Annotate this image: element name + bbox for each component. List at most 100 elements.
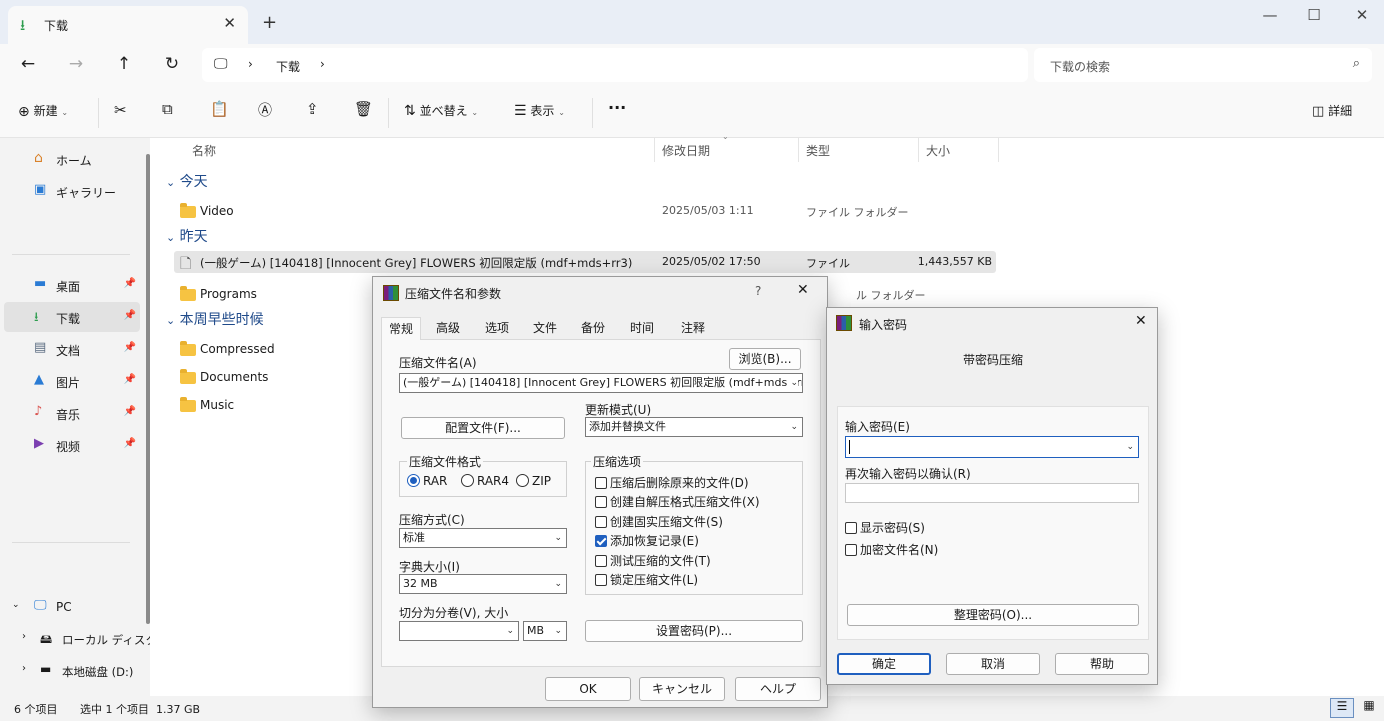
column-divider[interactable] — [654, 138, 655, 162]
address-bar[interactable]: 🖵 › 下载 › — [202, 48, 1028, 82]
tab-backup[interactable]: 备份 — [571, 317, 615, 339]
password-input[interactable]: ⌄ — [845, 436, 1139, 458]
tab-advanced[interactable]: 高级 — [427, 317, 469, 339]
method-select[interactable]: 标准 ⌄ — [399, 528, 567, 548]
sidebar-item-pinned[interactable]: ▶ 视频 📌 — [4, 430, 140, 460]
pin-icon[interactable]: 📌 — [124, 438, 136, 449]
browse-button[interactable]: 浏览(B)... — [729, 348, 801, 370]
tab-downloads[interactable]: ⭳ 下载 ✕ — [8, 6, 248, 44]
close-window-icon[interactable]: ✕ — [1350, 6, 1374, 24]
share-icon[interactable]: ⇪ — [306, 100, 319, 118]
list-item[interactable]: Compressed — [178, 338, 378, 360]
help-button[interactable]: ヘルプ — [735, 677, 821, 701]
split-size-combobox[interactable]: ⌄ — [399, 621, 519, 641]
cancel-button[interactable]: 取消 — [946, 653, 1040, 675]
view-button[interactable]: ☰ 表示 ⌄ — [514, 102, 565, 119]
sidebar-item-pc[interactable]: ⌄ 🖵 PC — [4, 592, 140, 622]
tab-options[interactable]: 选项 — [475, 317, 519, 339]
details-view-icon[interactable]: ☰ — [1330, 698, 1354, 718]
up-icon[interactable]: ↑ — [112, 54, 136, 74]
close-icon[interactable]: ✕ — [1135, 313, 1147, 329]
column-divider[interactable] — [798, 138, 799, 162]
tiles-view-icon[interactable]: ▦ — [1358, 698, 1380, 718]
forward-icon[interactable]: → — [64, 54, 88, 74]
sidebar-item-pinned[interactable]: ▲ 图片 📌 — [4, 366, 140, 396]
column-divider[interactable] — [998, 138, 999, 162]
group-header-yesterday[interactable]: ⌄ 昨天 — [166, 226, 208, 246]
rename-icon[interactable]: Ⓐ — [258, 100, 272, 120]
sidebar-item-drive-d[interactable]: › ▬ 本地磁盘 (D:) — [16, 656, 140, 686]
close-tab-icon[interactable]: ✕ — [223, 14, 236, 32]
format-rar-radio[interactable]: RAR — [407, 474, 447, 488]
set-password-button[interactable]: 设置密码(P)... — [585, 620, 803, 642]
list-item[interactable]: Music — [178, 394, 378, 416]
sidebar-item-pinned[interactable]: ▤ 文档 📌 — [4, 334, 140, 364]
ok-button[interactable]: OK — [545, 677, 631, 701]
profiles-button[interactable]: 配置文件(F)... — [401, 417, 565, 439]
refresh-icon[interactable]: ↻ — [160, 54, 184, 74]
sidebar-item-home[interactable]: ⌂ ホーム — [4, 144, 140, 174]
back-icon[interactable]: ← — [16, 54, 40, 74]
copy-icon[interactable]: ⧉ — [162, 100, 173, 118]
option-test-checkbox[interactable]: 测试压缩的文件(T) — [595, 552, 711, 569]
format-zip-radio[interactable]: ZIP — [516, 474, 551, 488]
tab-comment[interactable]: 注释 — [671, 317, 715, 339]
option-delete-after-checkbox[interactable]: 压缩后删除原来的文件(D) — [595, 474, 749, 491]
new-button[interactable]: ⊕ 新建 ⌄ — [18, 102, 68, 120]
column-header-size[interactable]: 大小 — [926, 142, 950, 159]
sidebar-item-pinned[interactable]: ⭳ 下载 📌 — [4, 302, 140, 332]
list-item[interactable]: Video 2025/05/03 1:11 ファイル フォルダー — [178, 200, 996, 222]
format-rar4-radio[interactable]: RAR4 — [461, 474, 509, 488]
breadcrumb-downloads[interactable]: 下载 — [276, 58, 300, 75]
search-input[interactable]: 下载の検索 — [1050, 58, 1110, 75]
group-header-earlier-this-week[interactable]: ⌄ 本周早些时候 — [166, 309, 264, 329]
paste-icon[interactable]: 📋 — [210, 100, 229, 118]
more-options-button[interactable]: ··· — [608, 98, 626, 117]
option-recovery-record-checkbox[interactable]: 添加恢复记录(E) — [595, 532, 699, 549]
chevron-right-icon[interactable]: › — [320, 57, 325, 71]
cancel-button[interactable]: キャンセル — [639, 677, 725, 701]
archive-name-combobox[interactable]: (一般ゲーム) [140418] [Innocent Grey] FLOWERS… — [399, 373, 803, 393]
new-tab-button[interactable]: + — [262, 12, 277, 33]
column-divider[interactable] — [918, 138, 919, 162]
confirm-password-input[interactable] — [845, 483, 1139, 503]
help-icon[interactable]: ? — [755, 284, 761, 298]
option-sfx-checkbox[interactable]: 创建自解压格式压缩文件(X) — [595, 493, 760, 510]
search-box[interactable]: 下载の検索 ⌕ — [1034, 48, 1372, 82]
ok-button[interactable]: 确定 — [837, 653, 931, 675]
option-lock-checkbox[interactable]: 锁定压缩文件(L) — [595, 571, 698, 588]
cut-icon[interactable]: ✂ — [114, 101, 127, 119]
sidebar-item-local-disk[interactable]: › 🖴 ローカル ディスク — [16, 624, 157, 654]
dictionary-select[interactable]: 32 MB ⌄ — [399, 574, 567, 594]
chevron-down-icon[interactable]: ⌄ — [1126, 438, 1134, 456]
minimize-icon[interactable]: — — [1258, 6, 1282, 24]
option-solid-checkbox[interactable]: 创建固实压缩文件(S) — [595, 513, 723, 530]
maximize-icon[interactable]: ☐ — [1302, 6, 1326, 24]
details-pane-button[interactable]: ◫ 詳細 — [1312, 102, 1352, 119]
column-header-type[interactable]: 类型 — [806, 142, 830, 159]
group-header-today[interactable]: ⌄ 今天 — [166, 171, 208, 191]
column-header-name[interactable]: 名称 — [192, 142, 216, 159]
list-item[interactable]: Documents — [178, 366, 378, 388]
update-mode-select[interactable]: 添加并替换文件 ⌄ — [585, 417, 803, 437]
sort-button[interactable]: ⇅ 並べ替え ⌄ — [404, 102, 478, 119]
pin-icon[interactable]: 📌 — [124, 406, 136, 417]
show-password-checkbox[interactable]: 显示密码(S) — [845, 519, 925, 536]
split-unit-select[interactable]: MB ⌄ — [523, 621, 567, 641]
tab-time[interactable]: 时间 — [619, 317, 665, 339]
tab-general[interactable]: 常规 — [381, 317, 421, 340]
pin-icon[interactable]: 📌 — [124, 278, 136, 289]
organize-passwords-button[interactable]: 整理密码(O)... — [847, 604, 1139, 626]
close-icon[interactable]: ✕ — [797, 282, 809, 298]
help-button[interactable]: 帮助 — [1055, 653, 1149, 675]
tab-files[interactable]: 文件 — [523, 317, 567, 339]
sidebar-item-pinned[interactable]: ▬ 桌面 📌 — [4, 270, 140, 300]
pin-icon[interactable]: 📌 — [124, 374, 136, 385]
pin-icon[interactable]: 📌 — [124, 342, 136, 353]
sidebar-item-pinned[interactable]: ♪ 音乐 📌 — [4, 398, 140, 428]
pin-icon[interactable]: 📌 — [124, 310, 136, 321]
sidebar-item-gallery[interactable]: ▣ ギャラリー — [4, 176, 140, 206]
encrypt-filenames-checkbox[interactable]: 加密文件名(N) — [845, 541, 938, 558]
list-item-selected[interactable]: 🗋 (一般ゲーム) [140418] [Innocent Grey] FLOWE… — [174, 251, 996, 273]
column-header-date[interactable]: 修改日期 — [662, 142, 710, 159]
